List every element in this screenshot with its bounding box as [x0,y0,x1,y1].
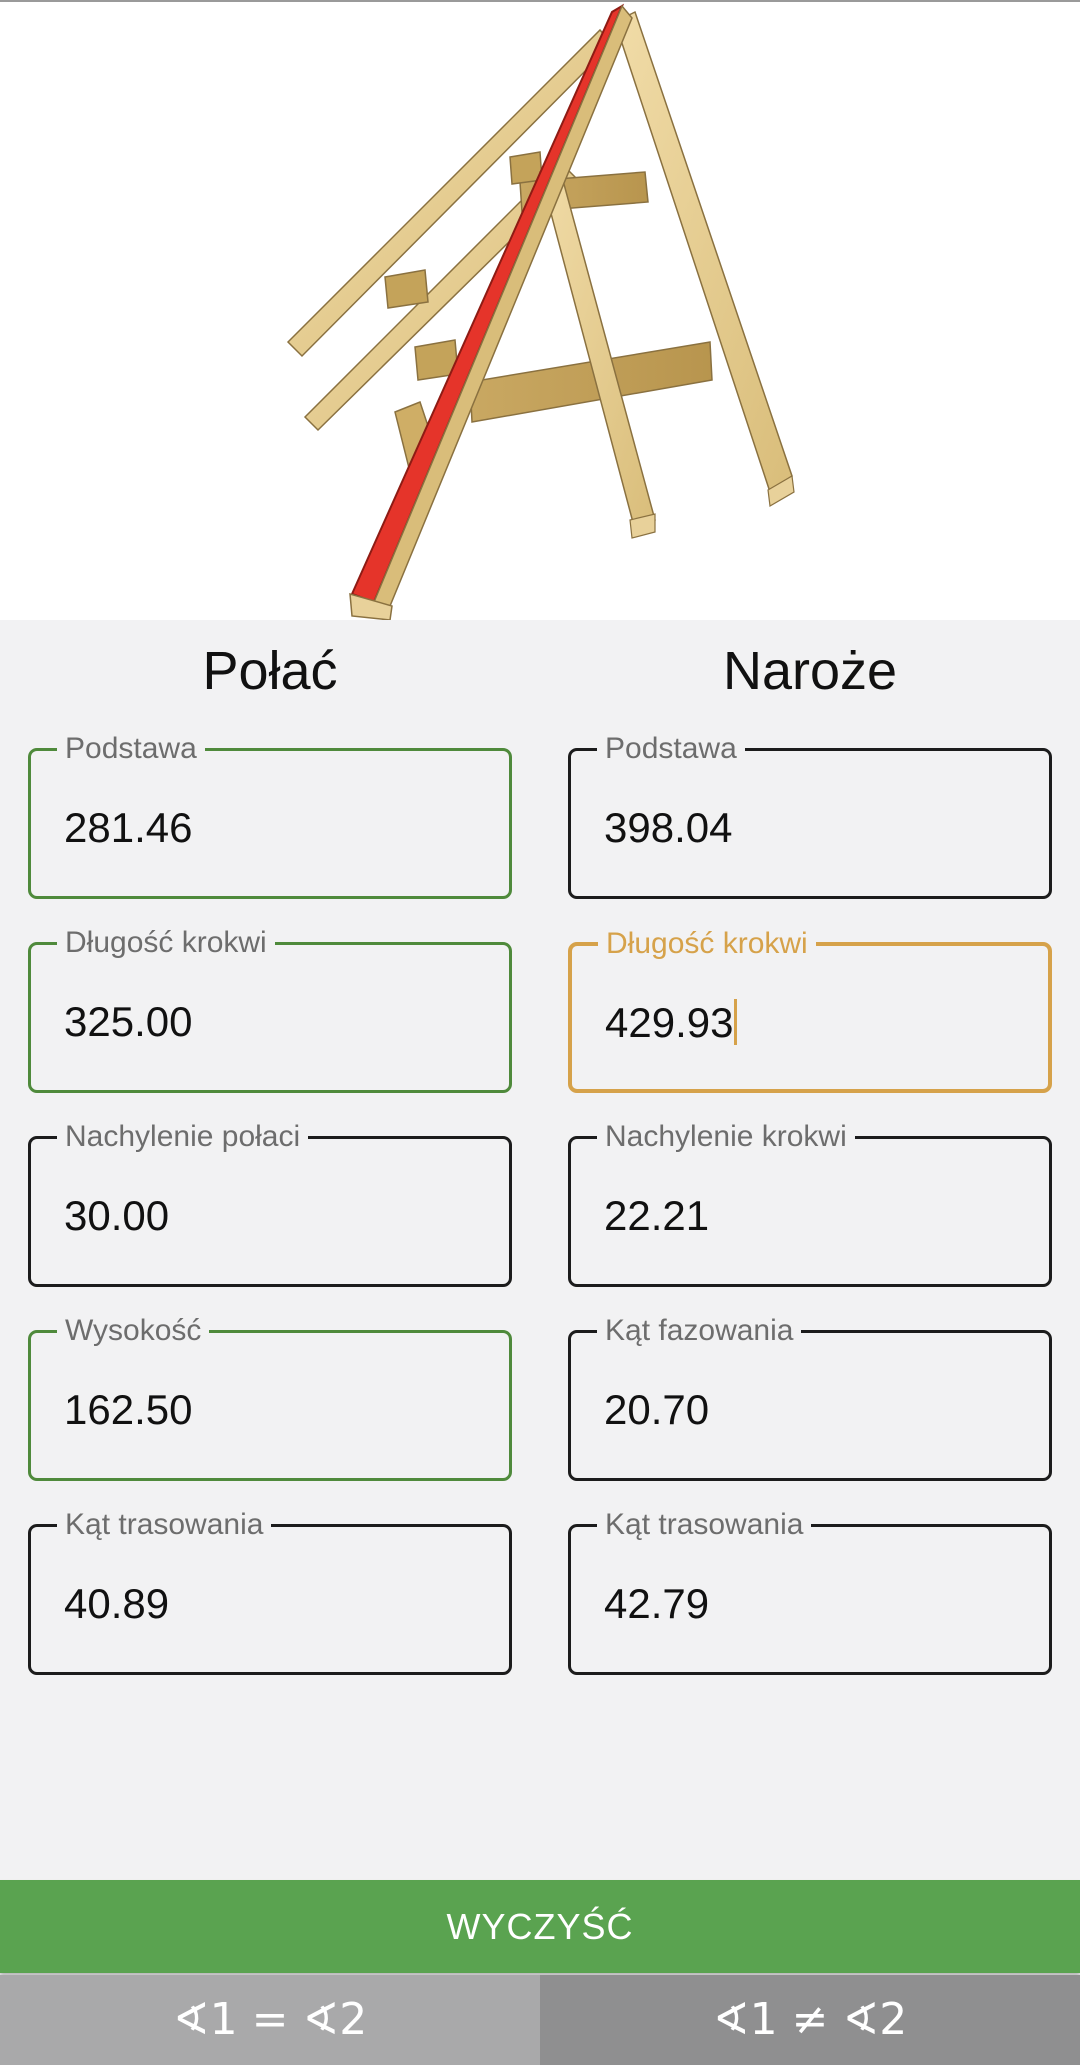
dlugosc-krokwi-field-naroze[interactable]: Długość krokwi 429.93 [568,924,1052,1093]
field-label: Podstawa [597,729,745,769]
roof-truss-icon [286,3,795,620]
field-value-text: 429.93 [605,999,734,1046]
field-value[interactable]: 398.04 [604,803,732,853]
field-value[interactable]: 429.93 [605,998,738,1048]
field-value[interactable]: 325.00 [64,997,192,1047]
podstawa-field-naroze[interactable]: Podstawa 398.04 [568,729,1052,899]
column-title-naroze: Naroże [722,641,898,701]
field-label: Kąt trasowania [57,1505,272,1545]
field-label: Długość krokwi [598,924,816,964]
column-title-polac: Połać [202,641,338,701]
field-label: Nachylenie krokwi [597,1117,855,1157]
dlugosc-krokwi-field-polac[interactable]: Długość krokwi 325.00 [28,923,512,1093]
field-value[interactable]: 40.89 [64,1579,169,1629]
field-value[interactable]: 22.21 [604,1191,709,1241]
field-value[interactable]: 30.00 [64,1191,169,1241]
field-label: Kąt trasowania [597,1505,812,1545]
wysokosc-field[interactable]: Wysokość 162.50 [28,1311,512,1481]
field-value[interactable]: 281.46 [64,803,192,853]
kat-fazowania-field[interactable]: Kąt fazowania 20.70 [568,1311,1052,1481]
kat-trasowania-field-naroze[interactable]: Kąt trasowania 42.79 [568,1505,1052,1675]
field-value[interactable]: 162.50 [64,1385,192,1435]
field-value[interactable]: 42.79 [604,1579,709,1629]
roof-truss-illustration [0,0,1080,620]
nachylenie-krokwi-field[interactable]: Nachylenie krokwi 22.21 [568,1117,1052,1287]
clear-button[interactable]: WYCZYŚĆ [0,1880,1080,1973]
nachylenie-polaci-field[interactable]: Nachylenie połaci 30.00 [28,1117,512,1287]
text-caret [734,999,738,1045]
kat-trasowania-field-polac[interactable]: Kąt trasowania 40.89 [28,1505,512,1675]
field-label: Kąt fazowania [597,1311,802,1351]
field-label: Długość krokwi [57,923,275,963]
podstawa-field-polac[interactable]: Podstawa 281.46 [28,729,512,899]
field-label: Podstawa [57,729,205,769]
angle-mode-tabs: ∢1 = ∢2 ∢1 ≠ ∢2 [0,1975,1080,2065]
field-label: Nachylenie połaci [57,1117,309,1157]
field-label: Wysokość [57,1311,210,1351]
tab-angles-equal[interactable]: ∢1 = ∢2 [0,1975,540,2065]
tab-angles-not-equal[interactable]: ∢1 ≠ ∢2 [540,1975,1080,2065]
field-value[interactable]: 20.70 [604,1385,709,1435]
